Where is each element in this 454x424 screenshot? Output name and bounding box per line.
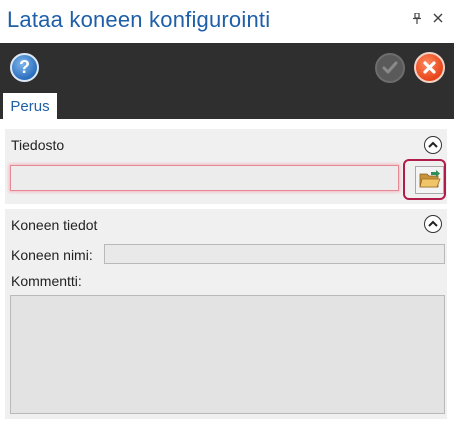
collapse-file-section-button[interactable] <box>424 136 442 154</box>
help-button[interactable]: ? <box>10 53 39 82</box>
file-section-title: Tiedosto <box>11 137 65 153</box>
toolbar: ? <box>0 43 454 93</box>
tab-strip: Perus <box>0 93 454 119</box>
chevron-up-icon <box>428 141 438 148</box>
machine-section-title: Koneen tiedot <box>11 217 98 233</box>
folder-open-icon <box>419 170 441 188</box>
chevron-up-icon <box>428 220 438 227</box>
pin-icon[interactable] <box>412 12 422 28</box>
close-icon <box>423 61 436 74</box>
title-bar: Lataa koneen konfigurointi <box>0 0 454 43</box>
window-close-icon[interactable] <box>433 10 443 27</box>
help-icon: ? <box>19 57 30 77</box>
checkmark-icon <box>382 61 398 74</box>
window-title: Lataa koneen konfigurointi <box>7 7 271 32</box>
collapse-machine-section-button[interactable] <box>424 215 442 233</box>
comment-label: Kommentti: <box>11 273 82 289</box>
browse-file-button[interactable] <box>415 166 444 194</box>
ok-button[interactable] <box>375 53 405 83</box>
file-path-input[interactable] <box>10 165 399 191</box>
tab-perus[interactable]: Perus <box>3 93 57 119</box>
comment-textarea[interactable] <box>10 295 445 414</box>
machine-name-input[interactable] <box>104 244 445 264</box>
cancel-button[interactable] <box>414 52 445 83</box>
machine-name-label: Koneen nimi: <box>11 247 93 263</box>
